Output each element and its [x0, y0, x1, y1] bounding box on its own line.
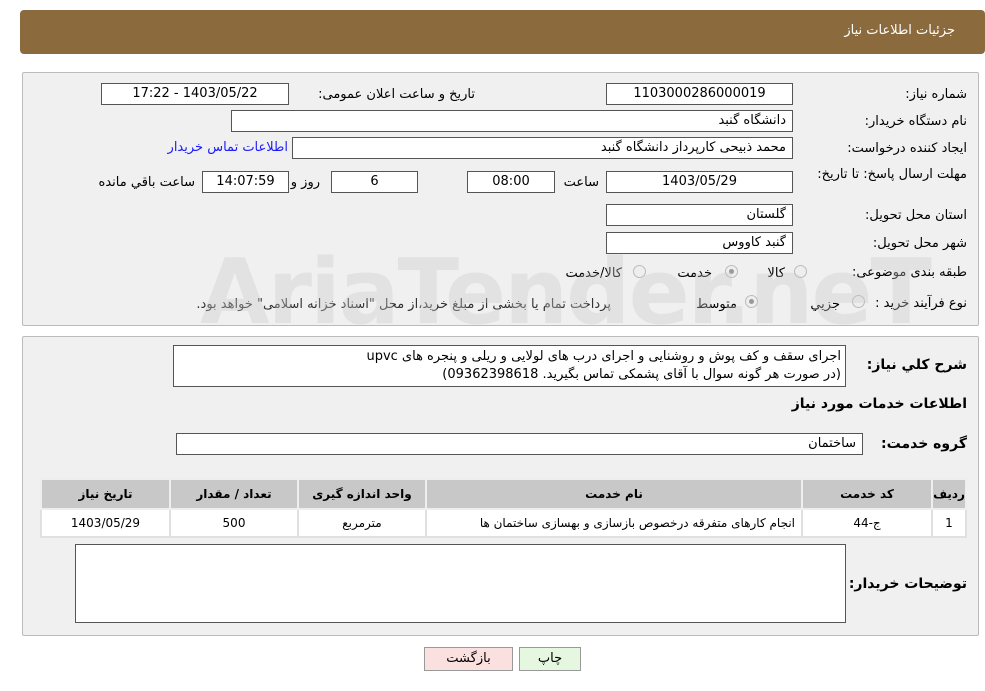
buyer-notes-label: توضیحات خریدار:	[848, 576, 967, 592]
days-field: 6	[331, 171, 418, 193]
service-group-field: ساختمان	[176, 433, 863, 455]
row-index: 1	[931, 508, 967, 538]
page-header: جزئیات اطلاعات نیاز	[20, 10, 985, 54]
payment-note: پرداخت تمام یا بخشی از مبلغ خرید،از محل …	[196, 297, 611, 312]
quantity: 500	[169, 508, 299, 538]
announce-field: 1403/05/22 - 17:22	[101, 83, 289, 105]
service-name: انجام کارهای متفرقه درخصوص بازسازی و بهس…	[425, 508, 803, 538]
process-option-medium: متوسط	[696, 297, 737, 312]
description-textarea[interactable]: اجرای سقف و کف پوش و روشنایی و اجرای درب…	[173, 345, 846, 387]
category-option-service: خدمت	[677, 266, 712, 281]
column-header: تاریخ نیاز	[40, 478, 171, 510]
category-radio-goods-service[interactable]	[633, 265, 646, 278]
description-line: (در صورت هر گونه سوال با آقای پشمکی تماس…	[442, 367, 841, 382]
process-label: نوع فرآیند خرید :	[875, 296, 967, 311]
need-date: 1403/05/29	[40, 508, 171, 538]
category-radio-goods[interactable]	[794, 265, 807, 278]
province-label: استان محل تحویل:	[865, 208, 967, 223]
service-code: ج-44	[801, 508, 933, 538]
deadline-label: مهلت ارسال پاسخ: تا تاریخ:	[817, 167, 967, 182]
need-number-field: 1103000286000019	[606, 83, 793, 105]
process-radio-minor[interactable]	[852, 295, 865, 308]
back-button[interactable]: بازگشت	[424, 647, 513, 671]
category-label: طبقه بندی موضوعی:	[851, 265, 967, 280]
buyer-contact-link[interactable]: اطلاعات تماس خریدار	[168, 140, 288, 155]
remaining-time-field: 14:07:59	[202, 171, 289, 193]
print-button[interactable]: چاپ	[519, 647, 581, 671]
buyer-field: دانشگاه گنبد	[231, 110, 793, 132]
remaining-label: ساعت باقي مانده	[98, 175, 195, 190]
deadline-time-field: 08:00	[467, 171, 555, 193]
column-header: کد خدمت	[801, 478, 933, 510]
buyer-notes-textarea[interactable]	[75, 544, 846, 623]
creator-label: ایجاد کننده درخواست:	[847, 141, 967, 156]
column-header: نام خدمت	[425, 478, 803, 510]
category-option-goods-service: کالا/خدمت	[565, 266, 622, 281]
time-label: ساعت	[563, 175, 599, 190]
deadline-date-field: 1403/05/29	[606, 171, 793, 193]
city-field: گنبد کاووس	[606, 232, 793, 254]
unit: مترمربع	[297, 508, 427, 538]
process-option-minor: جزیي	[810, 297, 840, 312]
announce-label: تاریخ و ساعت اعلان عمومی:	[318, 87, 475, 102]
process-radio-medium[interactable]	[745, 295, 758, 308]
services-section-title: اطلاعات خدمات مورد نیاز	[791, 396, 967, 412]
page-title: جزئیات اطلاعات نیاز	[844, 23, 955, 38]
creator-field: محمد ذبیحی کارپرداز دانشگاه گنبد	[292, 137, 793, 159]
services-table: ردیف کد خدمت نام خدمت واحد اندازه گیری ت…	[40, 478, 967, 538]
province-field: گلستان	[606, 204, 793, 226]
city-label: شهر محل تحویل:	[872, 236, 967, 251]
need-number-label: شماره نیاز:	[905, 87, 967, 102]
description-label: شرح کلي نیاز:	[866, 357, 967, 373]
buyer-label: نام دستگاه خریدار:	[864, 114, 967, 129]
column-header: واحد اندازه گیری	[297, 478, 427, 510]
days-label: روز و	[290, 175, 320, 190]
description-line: اجرای سقف و کف پوش و روشنایی و اجرای درب…	[366, 349, 841, 364]
service-group-label: گروه خدمت:	[881, 436, 967, 452]
table-row: 1 ج-44 انجام کارهای متفرقه درخصوص بازساز…	[40, 508, 967, 538]
category-option-goods: کالا	[767, 266, 785, 281]
column-header: تعداد / مقدار	[169, 478, 299, 510]
category-radio-service[interactable]	[725, 265, 738, 278]
column-header: ردیف	[931, 478, 967, 510]
